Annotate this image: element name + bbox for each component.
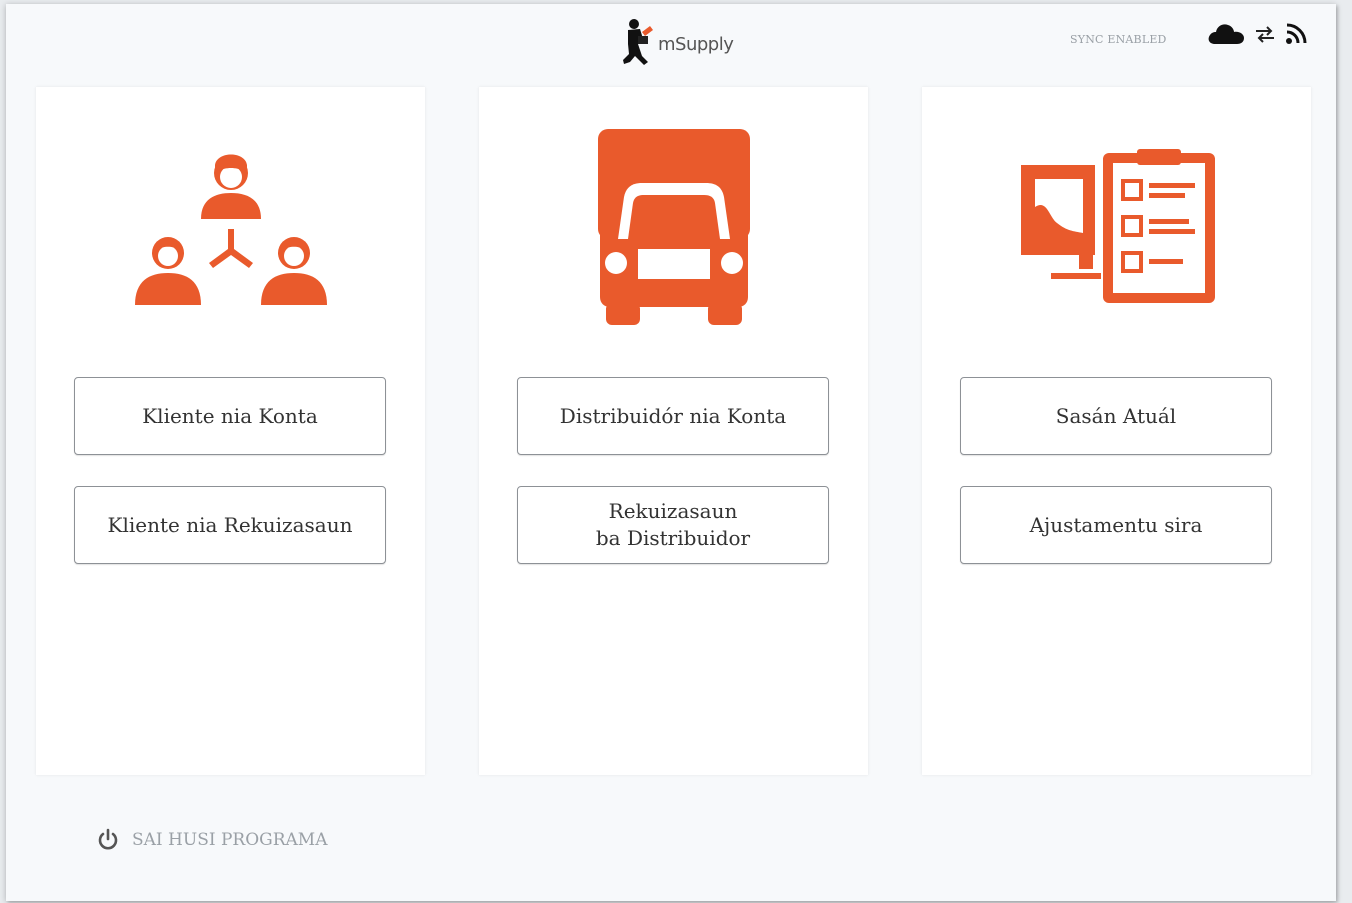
adjustments-button[interactable]: Ajustamentu sira (960, 486, 1272, 564)
sync-arrows-icon[interactable] (1254, 24, 1276, 44)
supplier-requisition-label: Rekuizasaun ba Distribuidor (595, 499, 751, 550)
supplier-requisition-button[interactable]: Rekuizasaun ba Distribuidor (517, 486, 829, 564)
logo-figure-icon (623, 19, 653, 65)
logo-text: mSupply (658, 33, 734, 55)
cloud-icon[interactable] (1206, 22, 1246, 46)
stock-card-icon-area (922, 117, 1311, 337)
customer-card: Kliente nia Konta Kliente nia Rekuizasau… (36, 87, 425, 775)
supplier-card-icon-area (479, 117, 868, 337)
status-icons (1206, 22, 1308, 46)
supplier-stock-button[interactable]: Distribuidór nia Konta (517, 377, 829, 455)
customers-network-icon (134, 154, 327, 305)
app-window: mSupply SYNC ENABLED Kliente nia Konta K… (6, 4, 1336, 901)
customer-requisition-button[interactable]: Kliente nia Rekuizasaun (74, 486, 386, 564)
truck-icon (597, 129, 750, 325)
stocktake-icon (1020, 149, 1215, 303)
customer-stock-button[interactable]: Kliente nia Konta (74, 377, 386, 455)
power-icon (98, 828, 118, 850)
rss-icon[interactable] (1284, 22, 1308, 46)
msupply-logo: mSupply (618, 14, 734, 70)
exit-program-label: SAI HUSI PROGRAMA (132, 830, 328, 850)
customer-card-icon-area (36, 117, 425, 337)
stock-card: Sasán Atuál Ajustamentu sira (922, 87, 1311, 775)
current-stock-button[interactable]: Sasán Atuál (960, 377, 1272, 455)
exit-program-button[interactable]: SAI HUSI PROGRAMA (96, 828, 327, 852)
supplier-card: Distribuidór nia Konta Rekuizasaun ba Di… (479, 87, 868, 775)
sync-status-text: SYNC ENABLED (1070, 33, 1167, 46)
